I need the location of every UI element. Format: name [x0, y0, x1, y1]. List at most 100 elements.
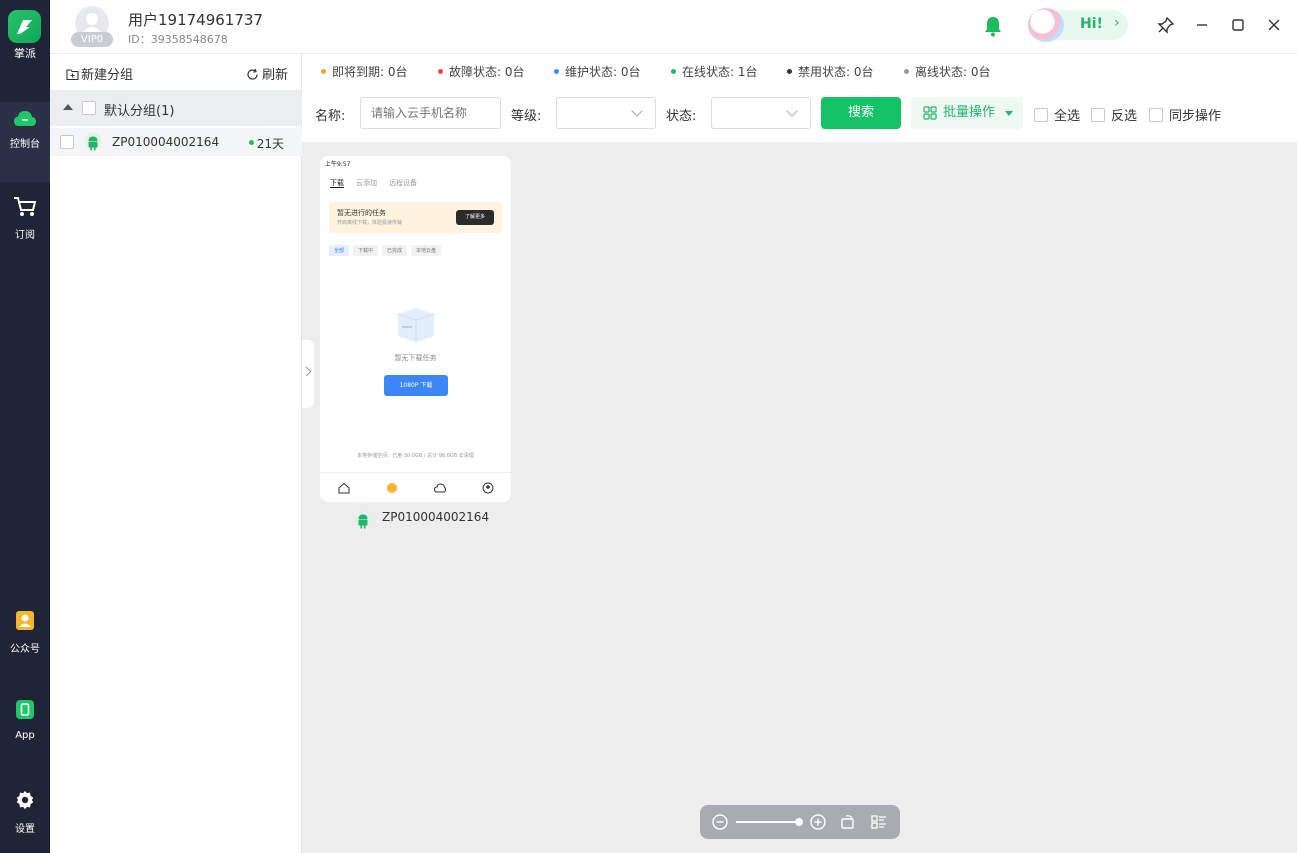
caret-up-icon[interactable] [63, 104, 73, 110]
download-1080p-button[interactable]: 1080P 下载 [384, 375, 448, 396]
vip-badge: VIP0 [71, 32, 113, 47]
close-icon[interactable] [1264, 15, 1284, 35]
stat-label: 维护状态: 0台 [565, 65, 641, 79]
state-select[interactable] [711, 97, 811, 129]
rail-item-console[interactable]: 控制台 [0, 102, 50, 182]
banner-learn-more-button[interactable]: 了解更多 [456, 210, 494, 225]
select-all-checkbox[interactable]: 全选 [1034, 105, 1080, 124]
minimize-icon[interactable] [1192, 15, 1212, 35]
zoom-toolbar [700, 805, 900, 839]
storage-footer: 本地存储空间：已用 30.0GB / 总计 98.0GB 去清理 [357, 453, 474, 459]
chip[interactable]: 本地云盘 [411, 245, 442, 256]
chevron-down-icon [631, 105, 643, 117]
chip[interactable]: 已完成 [382, 245, 408, 256]
phone-task-banner: 暂无进行的任务 开启离线下载，体验极速传输 了解更多 [329, 202, 502, 233]
zoom-out-icon[interactable] [711, 813, 729, 831]
device-checkbox[interactable] [60, 135, 74, 149]
phone-tab[interactable]: 下载 [330, 179, 344, 188]
rail-item-settings[interactable]: 设置 [0, 782, 50, 853]
grid-icon [923, 106, 937, 120]
rail-label: 公众号 [10, 644, 40, 655]
mascot-icon [1028, 8, 1064, 42]
chevron-down-icon [786, 105, 798, 117]
chevron-right-icon [301, 366, 312, 377]
chip[interactable]: 下载中 [353, 245, 379, 256]
android-icon [354, 510, 372, 529]
stat-dot [787, 69, 792, 74]
zoom-slider-handle[interactable] [795, 818, 803, 826]
rail-label: 控制台 [10, 139, 40, 150]
refresh-icon [247, 68, 258, 80]
invert-select-checkbox[interactable]: 反选 [1091, 105, 1137, 124]
home-icon[interactable] [338, 482, 350, 494]
state-label: 状态: [666, 109, 697, 124]
checkbox-box [1091, 107, 1105, 122]
cart-icon [14, 197, 37, 216]
level-label: 等级: [511, 109, 542, 124]
stat-dot [438, 69, 443, 74]
search-button[interactable]: 搜索 [821, 97, 901, 129]
maximize-icon[interactable] [1228, 15, 1248, 35]
online-dot [249, 140, 254, 145]
banner-subtitle: 开启离线下载，体验极速传输 [337, 220, 403, 226]
zoom-in-icon[interactable] [809, 813, 827, 831]
phone-tab[interactable]: 云添加 [356, 179, 377, 187]
rail-label: 订阅 [15, 230, 35, 241]
phone-tabs: 下载 云添加 远程设备 [330, 178, 429, 188]
cloud-phone-screen[interactable]: 上午9:57 下载 云添加 远程设备 暂无进行的任务 开启离线下载，体验极速传输 了… [320, 156, 511, 502]
stat-label: 在线状态: 1台 [682, 65, 758, 79]
stat-label: 即将到期: 0台 [332, 65, 408, 79]
cloud-outline-icon[interactable] [434, 482, 446, 494]
stat-label: 离线状态: 0台 [915, 65, 991, 79]
new-group-button[interactable]: 新建分组 [66, 64, 133, 83]
checkbox-box [1149, 107, 1163, 122]
device-name: ZP010004002164 [112, 135, 220, 149]
phone-filter-chips: 全部 下载中 已完成 本地云盘 [329, 245, 445, 256]
zoom-slider-track[interactable] [736, 821, 798, 823]
empty-box-icon [397, 308, 435, 342]
refresh-label: 刷新 [261, 68, 288, 83]
new-group-label: 新建分组 [81, 68, 134, 83]
collapse-panel-handle[interactable] [301, 340, 314, 408]
group-checkbox[interactable] [82, 101, 96, 115]
phone-icon [16, 700, 34, 719]
group-toolbar: 新建分组 刷新 [50, 54, 302, 90]
user-card-icon [16, 611, 34, 630]
list-view-icon[interactable] [870, 813, 888, 831]
refresh-button[interactable]: 刷新 [246, 64, 288, 83]
rail-item-app[interactable]: App [0, 692, 50, 772]
stat-fault: 故障状态: 0台 [438, 63, 525, 80]
phone-bottom-nav [320, 472, 511, 502]
batch-operation-button[interactable]: 批量操作 [911, 97, 1023, 129]
rail-label: App [15, 730, 35, 741]
rail-item-subscribe[interactable]: 订阅 [0, 192, 50, 272]
pin-icon[interactable] [1156, 15, 1176, 35]
sync-operation-checkbox[interactable]: 同步操作 [1149, 105, 1221, 124]
profile-icon[interactable] [482, 482, 494, 494]
checkbox-label: 全选 [1054, 109, 1081, 124]
phone-tab[interactable]: 远程设备 [389, 179, 417, 187]
app-logo[interactable]: 掌派 [0, 0, 50, 80]
group-row-default[interactable]: 默认分组(1) [50, 90, 302, 126]
download-icon[interactable] [386, 482, 398, 494]
chevron-right-icon: › [1114, 15, 1120, 31]
stat-expiring: 即将到期: 0台 [321, 63, 408, 80]
avatar-head [86, 13, 98, 25]
level-select[interactable] [556, 97, 656, 129]
stat-dot [321, 69, 326, 74]
chip[interactable]: 全部 [329, 245, 350, 256]
stat-offline: 离线状态: 0台 [904, 63, 991, 80]
user-name: 用户19174961737 [128, 11, 263, 29]
name-search-input[interactable] [360, 97, 501, 129]
rotate-icon[interactable] [839, 813, 857, 831]
checkbox-box [1034, 107, 1048, 122]
assistant-hi-button[interactable]: Hi! › [1028, 8, 1128, 42]
bell-icon[interactable] [983, 15, 1003, 37]
stat-maintenance: 维护状态: 0台 [554, 63, 641, 80]
device-days: 21天 [256, 137, 284, 151]
device-row[interactable]: ZP010004002164 21天 [50, 128, 302, 156]
name-label: 名称: [315, 109, 346, 124]
android-icon [84, 132, 102, 151]
rail-item-official-account[interactable]: 公众号 [0, 602, 50, 682]
checkbox-label: 同步操作 [1169, 109, 1222, 124]
